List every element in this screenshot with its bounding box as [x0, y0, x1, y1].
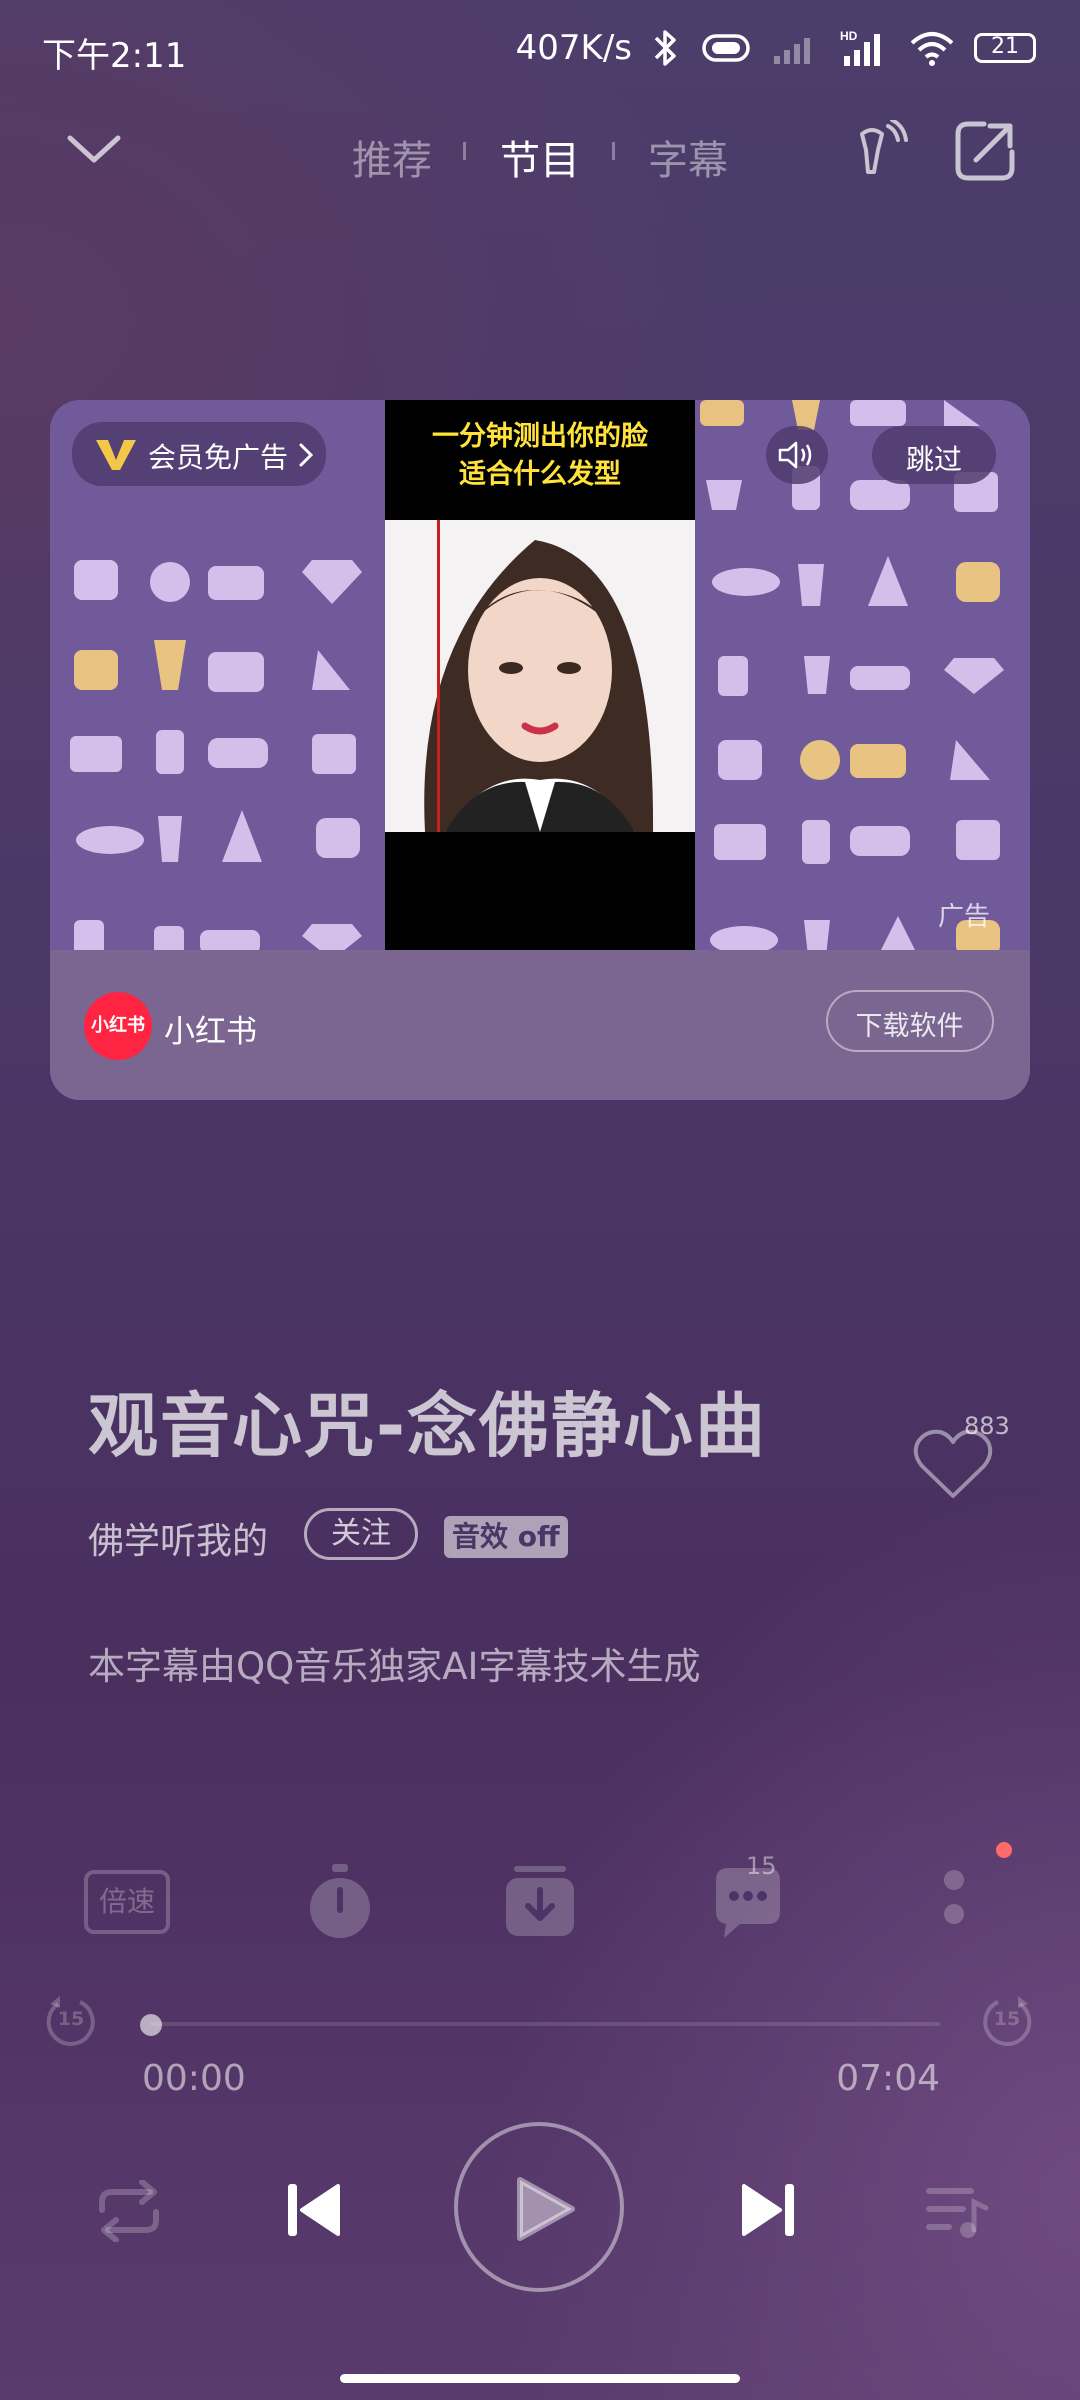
home-indicator[interactable]: [340, 2374, 740, 2383]
artist-name[interactable]: 佛学听我的: [88, 1512, 268, 1564]
ad-skip-label: 跳过: [905, 443, 962, 476]
bluetooth-icon: [654, 30, 676, 66]
svg-text:HD: HD: [840, 29, 858, 43]
play-button[interactable]: [454, 2122, 624, 2292]
battery-icon: 21: [974, 33, 1036, 63]
battery-level: 21: [991, 34, 1019, 59]
elapsed-time: 00:00: [142, 2058, 246, 2099]
sleep-timer-icon[interactable]: [298, 1860, 382, 1944]
vip-no-ads-button[interactable]: 会员免广告: [72, 422, 326, 486]
advertiser-name: 小红书: [164, 1014, 257, 1050]
progress-track[interactable]: [150, 2022, 940, 2026]
advertiser-logo: 小红书: [84, 992, 152, 1060]
chevron-right-icon: [299, 443, 314, 467]
sound-effect-badge[interactable]: 音效 off: [444, 1516, 568, 1558]
previous-track-icon[interactable]: [286, 2180, 342, 2240]
network-speed: 407K/s: [515, 28, 632, 68]
skip-back-seconds: 15: [57, 2008, 85, 2030]
cast-speaker-icon[interactable]: [852, 120, 908, 182]
skip-forward-seconds: 15: [993, 2008, 1021, 2030]
ad-skip-button[interactable]: 跳过: [872, 426, 996, 484]
song-title: 观音心咒-念佛静心曲: [88, 1385, 768, 1467]
playback-speed-label: 倍速: [84, 1870, 170, 1934]
tab-subtitles[interactable]: 字幕: [648, 128, 728, 186]
download-app-button[interactable]: 下载软件: [826, 990, 994, 1052]
ad-mute-button[interactable]: [766, 426, 828, 484]
download-icon[interactable]: [498, 1860, 582, 1944]
progress-knob[interactable]: [140, 2014, 162, 2036]
comment-count: 15: [746, 1852, 777, 1880]
next-track-icon[interactable]: [740, 2180, 796, 2240]
notification-dot: [996, 1842, 1012, 1858]
tab-program[interactable]: 节目: [500, 128, 580, 186]
more-options-icon[interactable]: [912, 1860, 996, 1944]
collapse-chevron-down-icon[interactable]: [66, 130, 122, 170]
tab-divider: [612, 142, 615, 160]
like-count: 883: [964, 1412, 1010, 1440]
total-duration: 07:04: [836, 2058, 940, 2099]
playlist-icon[interactable]: [924, 2184, 990, 2242]
vip-v-logo-icon: [96, 440, 136, 470]
ad-video[interactable]: 一分钟测出你的脸 适合什么发型: [385, 400, 695, 950]
status-time: 下午2:11: [42, 36, 187, 76]
advertiser-logo-text: 小红书: [91, 1015, 145, 1036]
ad-footer: 小红书 小红书 下载软件: [50, 950, 1030, 1100]
skip-forward-button[interactable]: 15: [982, 1994, 1032, 2050]
ad-card[interactable]: 一分钟测出你的脸 适合什么发型 会员免广告 跳过 广告 小红书 小红书 下载软件: [50, 400, 1030, 1100]
subtitle-attribution: 本字幕由QQ音乐独家AI字幕技术生成: [88, 1645, 701, 1688]
top-nav: 推荐 节目 字幕: [0, 120, 1080, 184]
repeat-mode-icon[interactable]: [94, 2180, 164, 2242]
follow-button[interactable]: 关注: [304, 1508, 418, 1560]
ad-tag: 广告: [938, 902, 991, 932]
playback-speed-button[interactable]: 倍速: [84, 1860, 170, 1944]
wifi-icon: [910, 32, 954, 66]
vibrate-icon: [702, 34, 750, 62]
ad-video-portrait-image: [385, 520, 695, 832]
skip-back-button[interactable]: 15: [46, 1994, 96, 2050]
tab-recommend[interactable]: 推荐: [352, 128, 432, 186]
share-icon[interactable]: [954, 120, 1016, 182]
ad-video-headline-line1: 一分钟测出你的脸: [432, 421, 648, 452]
play-icon: [517, 2177, 575, 2241]
ad-video-headline: 一分钟测出你的脸 适合什么发型: [385, 418, 695, 494]
signal-icon-sim2: [774, 38, 810, 64]
signal-icon-hd: HD: [840, 29, 880, 66]
tab-divider: [463, 142, 466, 160]
download-app-label: 下载软件: [855, 1011, 964, 1042]
status-icons: 407K/s HD 21: [516, 26, 1036, 70]
ad-video-headline-line2: 适合什么发型: [459, 459, 621, 490]
speaker-volume-icon: [778, 441, 812, 469]
vip-no-ads-label: 会员免广告: [148, 441, 289, 474]
